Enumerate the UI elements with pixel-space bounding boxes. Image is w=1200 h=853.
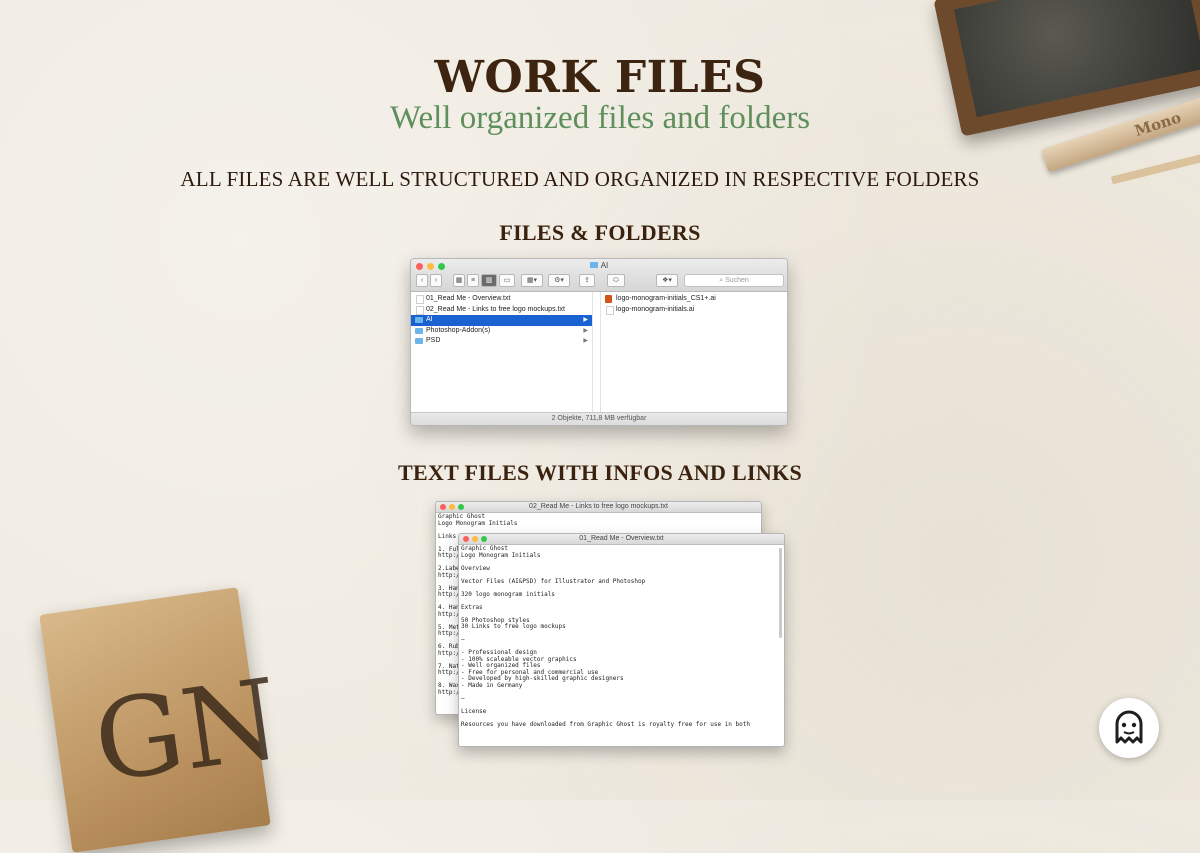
column-view-button[interactable]: ▥ [481,274,497,287]
section-title-files: FILES & FOLDERS [499,220,701,245]
list-item[interactable]: 01_Read Me - Overview.txt [411,294,592,305]
document-icon [416,305,424,315]
folder-icon [589,262,598,268]
item-label: AI [426,316,433,323]
forward-button[interactable]: › [430,274,442,287]
dropbox-icon[interactable]: ❖▾ [656,274,678,287]
page-title: WORK FILES [434,52,766,103]
back-button[interactable]: ‹ [416,274,428,287]
page-description: ALL FILES ARE WELL STRUCTURED AND ORGANI… [180,167,980,191]
document-icon [416,295,424,304]
finder-column-2[interactable]: logo-monogram-initials_CS1+.ai logo-mono… [600,292,787,412]
section-title-text-files: TEXT FILES WITH INFOS AND LINKS [398,460,802,485]
ghost-icon [1115,710,1143,744]
folder-icon [415,317,423,323]
list-item[interactable]: Photoshop-Addon(s) ▶ [411,326,592,337]
finder-window: AI ‹ › ▦ ≡ ▥ ▭ ▦▾ ⚙▾ ⇪ ⬭ ❖▾ ⌕ Suchen 01_… [410,258,788,426]
list-item[interactable]: 02_Read Me - Links to free logo mockups.… [411,305,592,316]
folder-icon [415,338,423,344]
list-item-selected[interactable]: AI ▶ [411,315,592,326]
item-label: logo-monogram-initials_CS1+.ai [616,295,716,302]
editor-title: 02_Read Me - Links to free logo mockups.… [529,503,668,510]
chevron-right-icon: ▶ [583,317,588,323]
list-item[interactable]: PSD ▶ [411,336,592,347]
chevron-right-icon: ▶ [583,327,588,334]
editor-titlebar: 01_Read Me - Overview.txt [459,534,784,545]
paper-bag-decoration: GN [39,587,287,853]
chevron-right-icon: ▶ [583,338,588,344]
folder-icon [415,327,423,334]
search-placeholder: Suchen [725,277,749,284]
item-label: 01_Read Me - Overview.txt [426,295,511,302]
coverflow-view-button[interactable]: ▭ [499,274,515,287]
finder-window-title: AI [411,261,787,270]
editor-title: 01_Read Me - Overview.txt [579,535,664,542]
icon-view-button[interactable]: ▦ [453,274,465,287]
ghost-logo-button[interactable] [1099,698,1159,758]
item-label: logo-monogram-initials.ai [616,305,695,313]
search-input[interactable]: ⌕ Suchen [684,274,784,287]
share-icon[interactable]: ⇪ [579,274,595,287]
list-item[interactable]: logo-monogram-initials.ai [601,305,787,316]
text-editor-window-front[interactable]: 01_Read Me - Overview.txt Graphic Ghost … [458,533,785,747]
item-label: 02_Read Me - Links to free logo mockups.… [426,305,565,313]
tag-icon[interactable]: ⬭ [607,274,625,287]
item-label: Photoshop-Addon(s) [426,326,491,334]
scrollbar[interactable] [779,548,782,638]
arrange-button[interactable]: ▦▾ [521,274,543,287]
editor-titlebar: 02_Read Me - Links to free logo mockups.… [436,502,761,513]
document-icon [606,305,614,315]
item-label: PSD [426,337,441,344]
page-subtitle: Well organized files and folders [389,100,811,136]
list-view-button[interactable]: ≡ [467,274,479,287]
illustrator-file-icon [605,295,612,303]
action-gear-icon[interactable]: ⚙▾ [548,274,570,287]
finder-title-label: AI [600,261,609,270]
editor-text-content[interactable]: Graphic Ghost Logo Monogram Initials Ove… [459,545,784,729]
bag-monogram-logo: GN [86,654,287,807]
finder-column-1[interactable]: 01_Read Me - Overview.txt 02_Read Me - L… [411,292,593,412]
finder-titlebar: AI ‹ › ▦ ≡ ▥ ▭ ▦▾ ⚙▾ ⇪ ⬭ ❖▾ ⌕ Suchen [411,259,787,292]
list-item[interactable]: logo-monogram-initials_CS1+.ai [601,294,787,305]
finder-status-bar: 2 Objekte, 711,8 MB verfügbar [411,412,787,425]
